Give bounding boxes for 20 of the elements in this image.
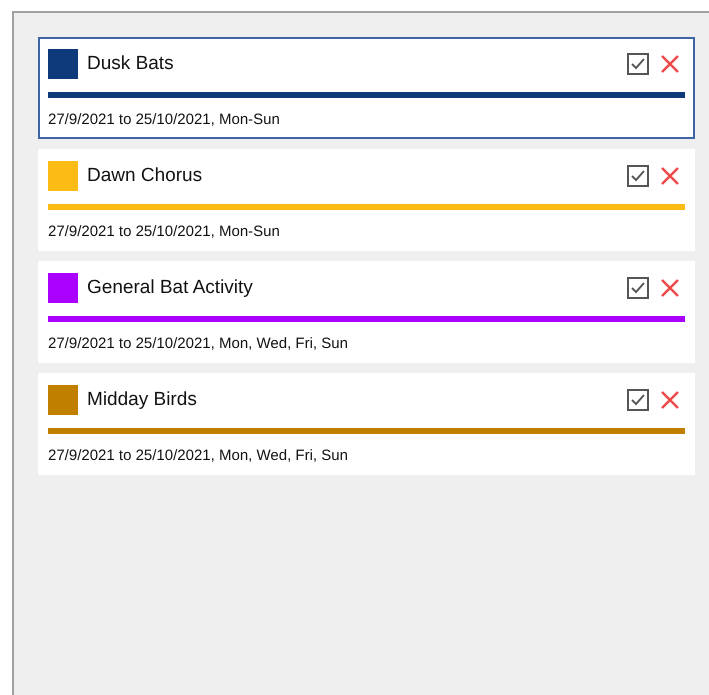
schedule-name: Dawn Chorus (87, 164, 202, 188)
date-range: 27/9/2021 to 25/10/2021, Mon-Sun (48, 110, 280, 130)
schedule-card[interactable]: Dusk Bats 27/9/2021 to 25/10/2021, Mon-Sun (38, 37, 695, 139)
checkbox[interactable] (627, 165, 649, 187)
delete-icon[interactable] (661, 391, 679, 409)
checkbox[interactable] (627, 277, 649, 299)
delete-icon[interactable] (661, 279, 679, 297)
schedule-card[interactable]: General Bat Activity 27/9/2021 to 25/10/2021, Mon, Wed, Fri, Sun (38, 261, 695, 363)
schedule-name: Dusk Bats (87, 52, 174, 76)
date-range: 27/9/2021 to 25/10/2021, Mon, Wed, Fri, Sun (48, 446, 348, 466)
schedule-card[interactable]: Dawn Chorus 27/9/2021 to 25/10/2021, Mon-Sun (38, 149, 695, 251)
checkbox[interactable] (627, 53, 649, 75)
schedule-name: General Bat Activity (87, 276, 253, 300)
schedule-card[interactable]: Midday Birds 27/9/2021 to 25/10/2021, Mon, Wed, Fri, Sun (38, 373, 695, 475)
delete-icon[interactable] (661, 55, 679, 73)
date-range: 27/9/2021 to 25/10/2021, Mon-Sun (48, 222, 280, 242)
date-range: 27/9/2021 to 25/10/2021, Mon, Wed, Fri, Sun (48, 334, 348, 354)
delete-icon[interactable] (661, 167, 679, 185)
schedule-name: Midday Birds (87, 388, 197, 412)
checkbox[interactable] (627, 389, 649, 411)
